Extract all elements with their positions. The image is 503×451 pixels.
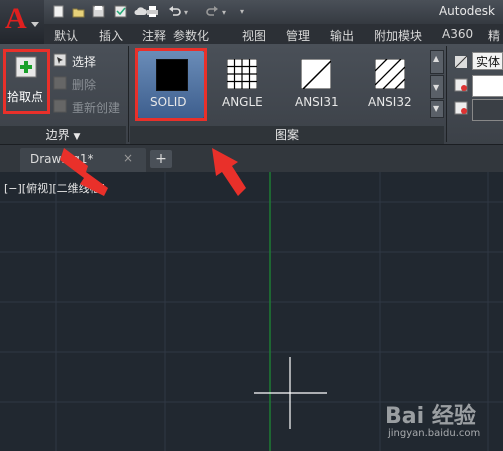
window-title: Autodesk	[438, 4, 495, 18]
recreate-boundary-icon	[53, 99, 67, 113]
select-boundary-button[interactable]: 选择	[53, 52, 123, 70]
watermark-url: jingyan.baidu.com	[388, 428, 481, 439]
boundary-panel-title[interactable]: 边界 ▼	[0, 126, 126, 144]
quick-access-toolbar: ▾ ▾ ▾ Autodesk	[44, 0, 503, 24]
highlight-box	[3, 49, 50, 114]
tab-featured[interactable]: 精	[488, 27, 500, 44]
open-folder-icon[interactable]	[72, 5, 85, 18]
save-as-icon[interactable]	[114, 5, 127, 18]
panel-divider	[446, 46, 447, 142]
highlight-box	[135, 48, 207, 121]
pattern-label: ANSI32	[368, 95, 412, 109]
tab-annotate[interactable]: 注释	[142, 27, 166, 44]
tab-insert[interactable]: 插入	[99, 27, 123, 44]
pattern-panel-title-text: 图案	[274, 128, 299, 142]
file-tab-bar: Drawing1* × +	[0, 145, 503, 172]
pattern-angle[interactable]: ANGLE	[212, 51, 278, 118]
chevron-down-icon: ▼	[433, 83, 440, 92]
file-tab-drawing1[interactable]: Drawing1* ×	[20, 148, 146, 172]
gallery-expand[interactable]: ▼	[430, 100, 444, 118]
chevron-down-icon	[31, 22, 39, 27]
expand-icon: ▼	[433, 104, 440, 113]
pattern-label: ANSI31	[295, 95, 339, 109]
file-tab-name: Drawing1*	[30, 152, 94, 166]
panel-divider	[128, 46, 129, 142]
watermark-logo: Bai 经验	[385, 404, 476, 429]
tab-default[interactable]: 默认	[54, 27, 78, 44]
tab-view[interactable]: 视图	[242, 27, 266, 44]
undo-dropdown-icon[interactable]: ▾	[184, 8, 188, 17]
pattern-label: ANGLE	[222, 95, 263, 109]
hatch-color-select[interactable]	[472, 75, 503, 97]
select-objects-icon	[53, 53, 67, 67]
customize-toolbar-icon[interactable]: ▾	[240, 7, 244, 16]
recreate-boundary-button[interactable]: 重新创建	[53, 98, 128, 116]
remove-boundary-icon	[53, 76, 67, 90]
hatch-color-icon	[454, 78, 468, 92]
tab-output[interactable]: 输出	[330, 27, 354, 44]
save-icon[interactable]	[92, 5, 105, 18]
gallery-scroll-up[interactable]: ▲	[430, 50, 444, 74]
panel-expand-icon: ▼	[73, 132, 81, 142]
new-tab-button[interactable]: +	[150, 150, 172, 168]
tab-manage[interactable]: 管理	[286, 27, 310, 44]
pattern-panel-title: 图案	[130, 126, 444, 144]
gallery-scroll-down[interactable]: ▼	[430, 75, 444, 99]
recreate-label: 重新创建	[72, 101, 121, 115]
hatch-type-select[interactable]: 实体	[472, 52, 503, 70]
angle-pattern-swatch	[227, 59, 257, 89]
pattern-ansi31[interactable]: ANSI31	[286, 51, 352, 118]
tab-a360[interactable]: A360	[442, 27, 473, 41]
ribbon-tab-bar: 默认 插入 注释 参数化 视图 管理 输出 附加模块 A360 精	[44, 24, 503, 44]
background-color-icon	[454, 101, 468, 115]
drawing-canvas[interactable]: [−][俯视][二维线框] Bai 经验 jingyan.baidu.com	[0, 172, 503, 451]
select-label: 选择	[72, 55, 97, 69]
redo-icon[interactable]	[206, 5, 219, 18]
pattern-panel: SOLID ANGLE ANSI31 ANSI32 ▲ ▼ ▼ 图案	[130, 44, 446, 144]
tab-addons[interactable]: 附加模块	[374, 27, 422, 44]
remove-boundary-button[interactable]: 删除	[53, 75, 123, 93]
delete-label: 删除	[72, 78, 97, 92]
properties-panel: 实体	[448, 44, 503, 144]
boundary-panel-title-text: 边界	[45, 128, 70, 142]
ansi31-pattern-swatch	[301, 59, 331, 89]
application-menu-button[interactable]: A	[0, 0, 45, 44]
crosshair-cursor	[254, 357, 327, 429]
pattern-ansi32[interactable]: ANSI32	[360, 51, 426, 118]
hatch-type-icon	[454, 55, 468, 69]
new-file-icon[interactable]	[52, 5, 65, 18]
close-icon[interactable]: ×	[123, 151, 133, 165]
autocad-logo-icon: A	[5, 2, 27, 35]
boundary-panel: 拾取点 选择 删除 重新创建 边界 ▼	[0, 44, 128, 144]
chevron-up-icon: ▲	[433, 54, 440, 63]
tab-parametric[interactable]: 参数化	[173, 27, 209, 44]
print-icon[interactable]	[146, 5, 159, 18]
redo-dropdown-icon[interactable]: ▾	[222, 8, 226, 17]
undo-icon[interactable]	[168, 5, 181, 18]
ribbon: 拾取点 选择 删除 重新创建 边界 ▼ SOLID ANGLE ANSI31 A…	[0, 44, 503, 145]
viewport-controls-label[interactable]: [−][俯视][二维线框]	[4, 180, 105, 196]
background-color-select[interactable]	[472, 99, 503, 121]
ansi32-pattern-swatch	[375, 59, 405, 89]
